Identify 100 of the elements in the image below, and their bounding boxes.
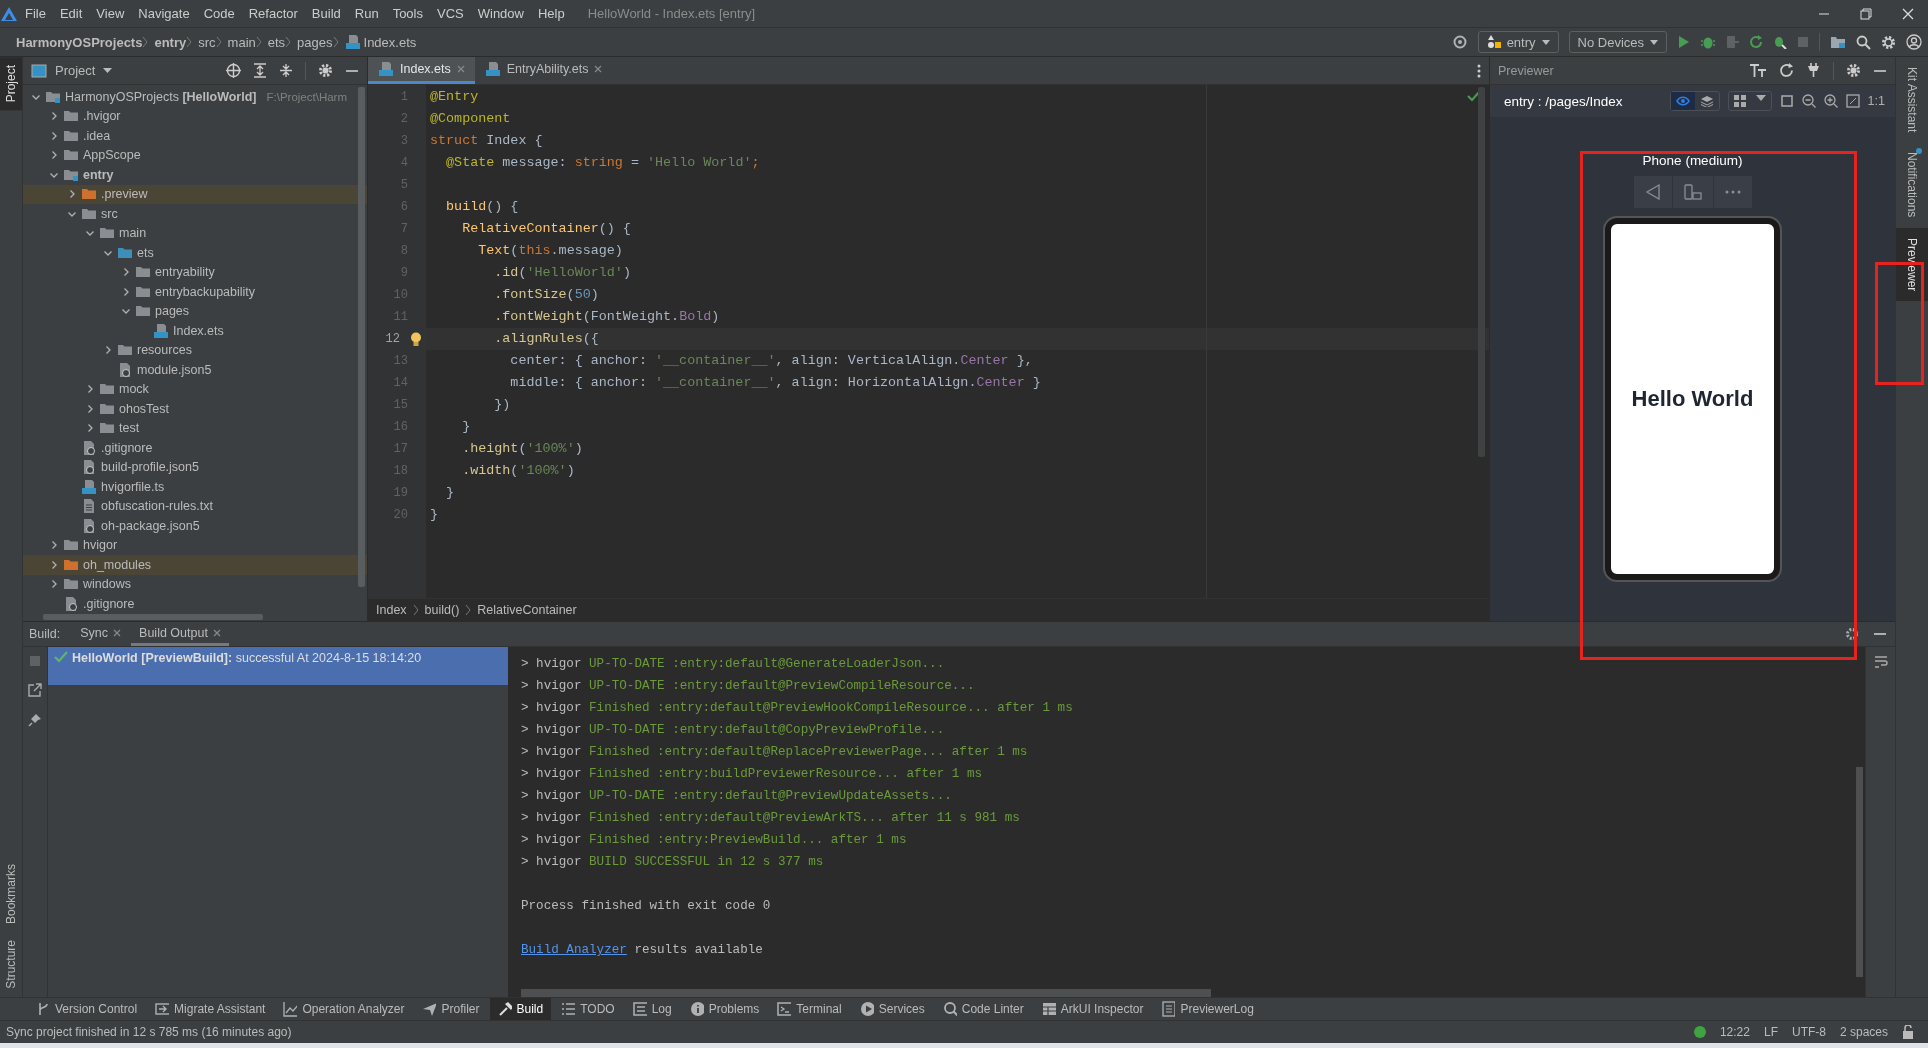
actual-size-button[interactable]: 1:1 (1867, 94, 1885, 108)
build-task[interactable]: HelloWorld [PreviewBuild]: successful At 2024-8-15 18:14:20 (48, 647, 508, 686)
tree-item[interactable]: oh_modules (23, 555, 367, 575)
tree-item[interactable]: .gitignore (23, 594, 367, 614)
breadcrumb-item[interactable]: Index (376, 603, 407, 618)
breadcrumb-item[interactable]: entry (154, 34, 187, 50)
tree-item[interactable]: hvigor (23, 535, 367, 555)
breadcrumb-item[interactable]: HarmonyOSProjects (16, 34, 143, 50)
caret-icon[interactable] (1755, 95, 1766, 101)
tree-item[interactable]: resources (23, 340, 367, 360)
search-icon[interactable] (1856, 34, 1871, 50)
chevron-icon[interactable] (67, 189, 77, 200)
chevron-icon[interactable] (49, 130, 59, 141)
tree-item[interactable]: ets (23, 243, 367, 263)
lightbulb-icon[interactable] (410, 331, 422, 347)
chevron-icon[interactable] (121, 267, 131, 278)
tree-item[interactable]: hvigorfile.ts (23, 477, 367, 497)
chevron-icon[interactable] (49, 540, 59, 551)
chevron-icon[interactable] (85, 384, 95, 395)
menu-item[interactable]: VCS (430, 6, 471, 21)
user-icon[interactable] (1906, 34, 1922, 50)
tool-window-tab[interactable]: Kit Assistant (1896, 57, 1928, 143)
tree-item[interactable]: test (23, 418, 367, 438)
device-dropdown[interactable]: No Devices (1568, 31, 1667, 53)
tree-item[interactable]: oh-package.json5 (23, 516, 367, 536)
chevron-icon[interactable] (85, 423, 95, 434)
tool-window-tab[interactable]: Version Control (28, 998, 146, 1020)
refresh-icon[interactable] (1749, 35, 1763, 49)
tree-item[interactable]: Index.ets (23, 321, 367, 341)
tree-item[interactable]: obfuscation-rules.txt (23, 496, 367, 516)
grid-icon[interactable] (1733, 95, 1746, 107)
zoom-in-icon[interactable] (1823, 94, 1838, 108)
tree-item[interactable]: .preview (23, 184, 367, 204)
menu-item[interactable]: Refactor (241, 6, 305, 21)
plug-icon[interactable] (1806, 63, 1821, 78)
wrap-icon[interactable] (1873, 655, 1888, 670)
tree-item[interactable]: src (23, 204, 367, 224)
cursor-position[interactable]: 12:22 (1719, 1025, 1750, 1039)
chevron-icon[interactable] (121, 286, 131, 297)
font-size-icon[interactable] (1749, 63, 1767, 78)
menu-item[interactable]: Navigate (131, 6, 197, 21)
tool-window-tab[interactable]: Operation Analyzer (275, 998, 413, 1020)
file-encoding[interactable]: UTF-8 (1791, 1025, 1826, 1039)
scrollbar[interactable] (43, 614, 263, 621)
tree-item[interactable]: entrybackupability (23, 282, 367, 302)
bug-icon[interactable] (1773, 35, 1787, 49)
tool-window-tab[interactable]: Migrate Assistant (147, 998, 274, 1020)
tree-item[interactable]: entry (23, 165, 367, 185)
menu-item[interactable]: View (89, 6, 132, 21)
menu-item[interactable]: Window (470, 6, 531, 21)
menu-item[interactable]: Build (304, 6, 348, 21)
settings-icon[interactable] (1845, 627, 1859, 642)
tool-window-tab[interactable]: Code Linter (934, 998, 1032, 1020)
chevron-icon[interactable] (49, 579, 59, 590)
settings-icon[interactable] (1846, 63, 1861, 78)
tool-window-tab[interactable]: Problems (681, 998, 768, 1020)
settings-icon[interactable] (1881, 34, 1896, 50)
tree-item[interactable]: .hvigor (23, 106, 367, 126)
tree-item[interactable]: build-profile.json5 (23, 457, 367, 477)
scrollbar[interactable] (1856, 767, 1863, 978)
tree-item[interactable]: windows (23, 574, 367, 594)
indent-setting[interactable]: 2 spaces (1839, 1025, 1888, 1039)
frame-icon[interactable] (1779, 94, 1794, 108)
breadcrumb-item[interactable]: src (198, 34, 216, 50)
tool-window-tab[interactable]: Build (489, 998, 552, 1020)
menu-item[interactable]: Tools (385, 6, 430, 21)
panel-tab[interactable]: Sync (72, 622, 130, 647)
menu-item[interactable]: Edit (52, 6, 90, 21)
breadcrumb-item[interactable]: ets (267, 34, 286, 50)
tool-window-tab[interactable]: Terminal (769, 998, 850, 1020)
refresh-icon[interactable] (1779, 63, 1794, 78)
tree-item[interactable]: main (23, 223, 367, 243)
menu-item[interactable]: Run (347, 6, 386, 21)
eye-icon[interactable] (1675, 95, 1690, 107)
export-icon[interactable] (28, 683, 42, 698)
menu-item[interactable]: Code (196, 6, 242, 21)
breadcrumb-item[interactable]: RelativeContainer (477, 603, 577, 618)
tree-item[interactable]: AppScope (23, 145, 367, 165)
tool-window-tab[interactable]: Project (0, 57, 22, 111)
editor-tab[interactable]: EntryAbility.ets (474, 57, 613, 84)
breadcrumb-item[interactable]: build() (424, 603, 460, 618)
layers-icon[interactable] (1699, 95, 1714, 107)
fit-icon[interactable] (1845, 94, 1860, 108)
tree-item[interactable]: mock (23, 379, 367, 399)
expand-all-icon[interactable] (253, 63, 267, 78)
chevron-icon[interactable] (85, 403, 95, 414)
tree-item[interactable]: .idea (23, 126, 367, 146)
collapse-all-icon[interactable] (279, 63, 293, 78)
tree-item[interactable]: .gitignore (23, 438, 367, 458)
pin-icon[interactable] (28, 713, 42, 728)
chevron-icon[interactable] (49, 559, 59, 570)
lock-icon[interactable] (1902, 1025, 1914, 1039)
tree-item[interactable]: pages (23, 301, 367, 321)
breadcrumb-item[interactable]: main (227, 34, 256, 50)
scrollbar[interactable] (358, 87, 365, 587)
line-separator[interactable]: LF (1763, 1025, 1778, 1039)
tree-item[interactable]: module.json5 (23, 360, 367, 380)
chevron-icon[interactable] (49, 150, 59, 161)
settings-icon[interactable] (318, 63, 333, 78)
folder-icon[interactable] (1830, 35, 1846, 49)
